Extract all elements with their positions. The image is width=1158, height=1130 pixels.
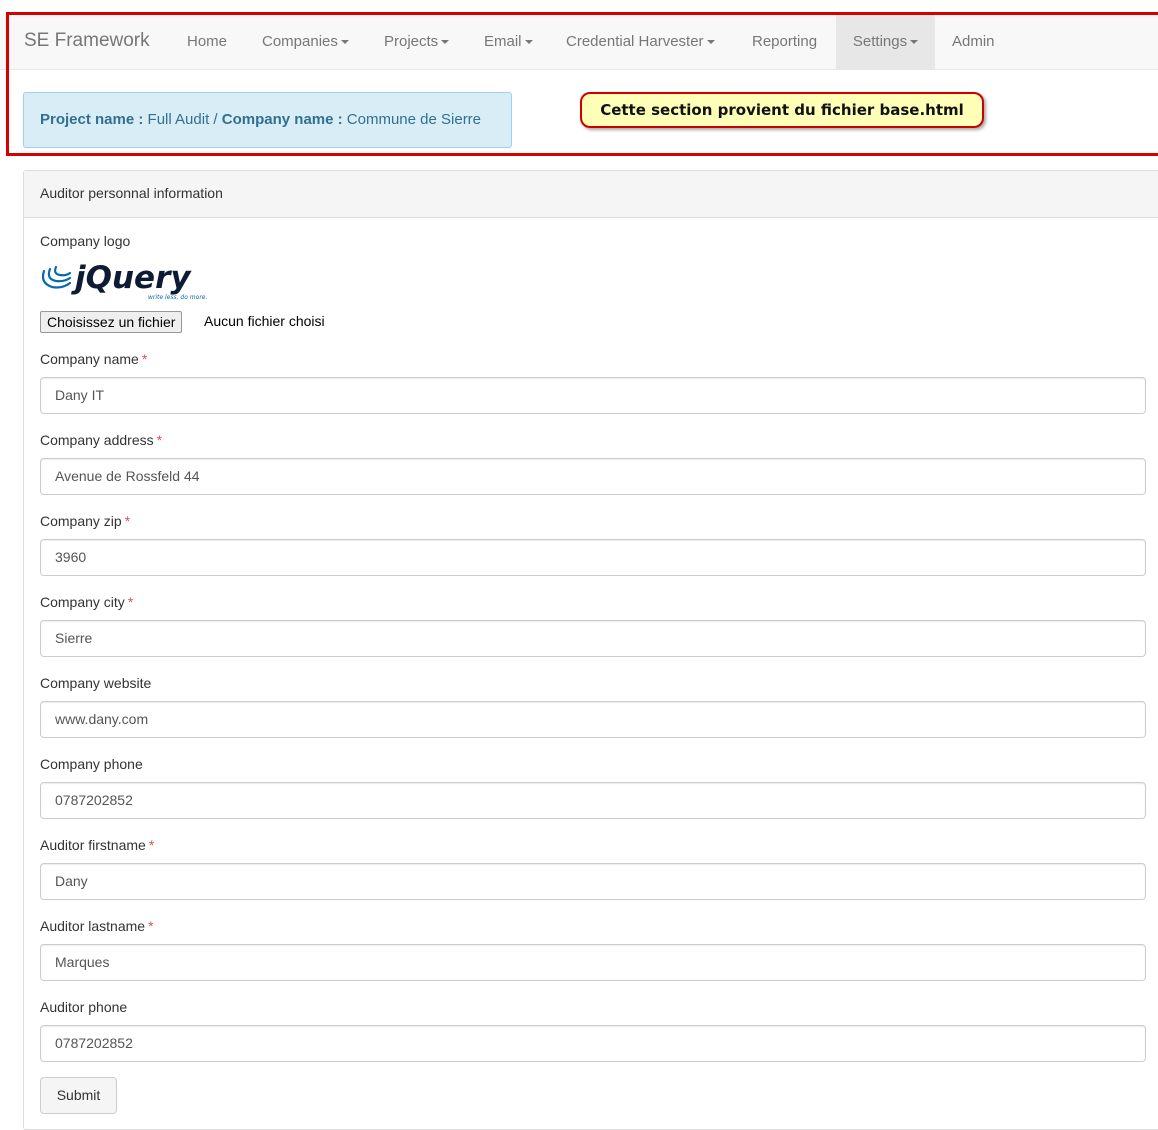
label-text: Company city <box>40 594 125 610</box>
company-website-input[interactable]: www.dany.com <box>40 701 1146 738</box>
file-status: Aucun fichier choisi <box>204 313 325 329</box>
auditor-lastname-label: Auditor lastname * <box>40 918 154 934</box>
nav-reporting[interactable]: Reporting <box>752 14 817 69</box>
project-label: Project name : <box>40 111 144 128</box>
required-mark: * <box>141 351 148 367</box>
nav-label: Email <box>484 33 522 50</box>
nav-label: Credential Harvester <box>566 33 704 50</box>
nav-label: Companies <box>262 33 338 50</box>
jquery-logo: jQuery write less, do more. <box>41 260 207 301</box>
company-phone-label: Company phone <box>40 756 143 772</box>
caret-down-icon <box>441 40 450 45</box>
label-text: Company phone <box>40 756 143 772</box>
nav-label: Home <box>187 33 228 50</box>
nav-projects[interactable]: Projects <box>384 14 450 69</box>
label-text: Auditor phone <box>40 999 128 1015</box>
company-phone-input[interactable]: 0787202852 <box>40 782 1146 819</box>
label-text: Company address <box>40 432 154 448</box>
auditor-phone-input[interactable]: 0787202852 <box>40 1025 1146 1062</box>
label-text: Company website <box>40 675 152 691</box>
submit-button[interactable]: Submit <box>40 1077 117 1114</box>
label-text: Company name <box>40 351 139 367</box>
label-text: Auditor firstname <box>40 837 146 853</box>
project-value: Full Audit / <box>147 111 218 128</box>
annotation-callout: Cette section provient du fichier base.h… <box>580 92 984 128</box>
nav-admin[interactable]: Admin <box>952 14 995 69</box>
nav-email[interactable]: Email <box>484 14 533 69</box>
caret-down-icon <box>524 40 533 45</box>
company-value: Commune de Sierre <box>346 111 482 128</box>
nav-label: Admin <box>952 33 995 50</box>
nav-label: Settings <box>852 33 908 50</box>
company-logo-label: Company logo <box>40 233 131 249</box>
auditor-firstname-input[interactable]: Dany <box>40 863 1146 900</box>
company-address-input[interactable]: Avenue de Rossfeld 44 <box>40 458 1146 495</box>
label-text: Auditor lastname <box>40 918 146 934</box>
logo-tagline: write less, do more. <box>148 294 207 301</box>
required-mark: * <box>124 513 131 529</box>
required-mark: * <box>148 918 154 934</box>
nav-credential-harvester[interactable]: Credential Harvester <box>566 14 715 69</box>
nav-settings[interactable]: Settings <box>836 14 935 69</box>
company-label: Company name : <box>221 111 343 128</box>
caret-down-icon <box>706 40 715 45</box>
nav-home[interactable]: Home <box>187 14 227 69</box>
company-city-input[interactable]: Sierre <box>40 620 1146 657</box>
logo-wordmark: jQuery <box>71 260 192 296</box>
nav-label: Reporting <box>752 33 818 50</box>
caret-down-icon <box>910 40 919 45</box>
caret-down-icon <box>340 40 349 45</box>
company-address-label: Company address * <box>40 432 162 448</box>
company-name-label: Company name * <box>40 351 147 367</box>
nav-label: Projects <box>384 33 439 50</box>
company-name-input[interactable]: Dany IT <box>40 377 1146 414</box>
brand-link[interactable]: SE Framework <box>24 30 150 52</box>
required-mark: * <box>156 432 163 448</box>
company-zip-label: Company zip * <box>40 513 130 529</box>
auditor-lastname-input[interactable]: Marques <box>40 944 1146 981</box>
nav-companies[interactable]: Companies <box>262 14 349 69</box>
project-info-alert: Project name : Full Audit / Company name… <box>23 92 512 148</box>
panel-heading: Auditor personnal information <box>24 171 1158 218</box>
required-mark: * <box>127 594 134 610</box>
navbar: SE Framework Home Companies Projects Ema… <box>0 14 1158 70</box>
choose-file-button[interactable]: Choisissez un fichier <box>40 311 183 333</box>
company-city-label: Company city * <box>40 594 133 610</box>
required-mark: * <box>148 837 155 853</box>
auditor-phone-label: Auditor phone <box>40 999 127 1015</box>
company-website-label: Company website <box>40 675 151 691</box>
auditor-firstname-label: Auditor firstname * <box>40 837 154 853</box>
company-zip-input[interactable]: 3960 <box>40 539 1146 576</box>
label-text: Company zip <box>40 513 122 529</box>
